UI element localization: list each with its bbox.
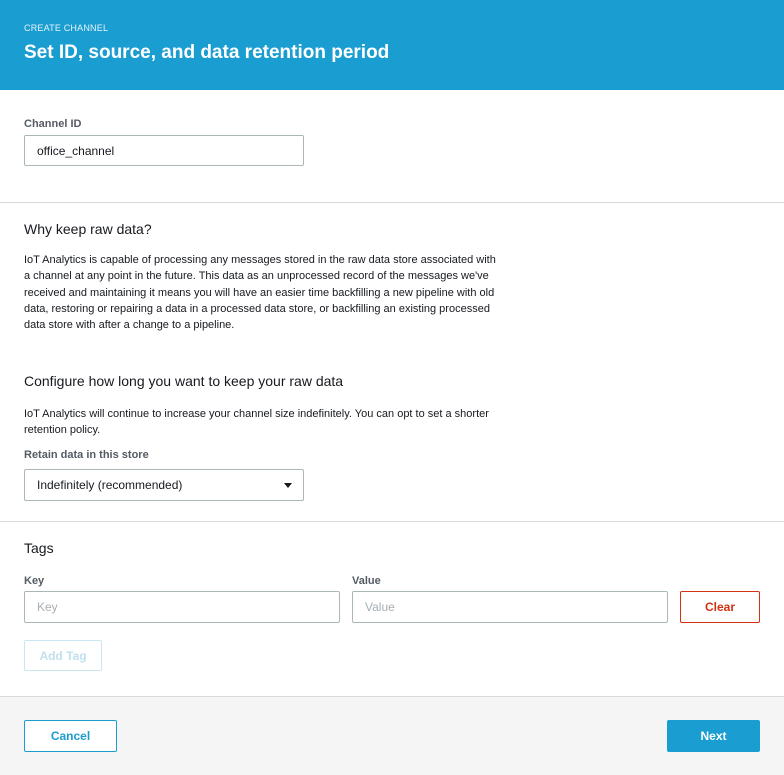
section-divider <box>0 202 784 203</box>
clear-tag-button[interactable]: Clear <box>680 591 760 623</box>
tag-key-label: Key <box>24 575 45 587</box>
next-button[interactable]: Next <box>667 720 760 752</box>
section-divider <box>0 521 784 522</box>
channel-id-label: Channel ID <box>24 118 82 130</box>
channel-id-input[interactable] <box>24 135 304 166</box>
page-eyebrow: CREATE CHANNEL <box>24 23 109 33</box>
add-tag-button[interactable]: Add Tag <box>24 640 102 671</box>
raw-data-heading: Why keep raw data? <box>24 221 152 237</box>
page-title: Set ID, source, and data retention perio… <box>24 42 390 63</box>
retention-description: IoT Analytics will continue to increase … <box>24 408 489 437</box>
caret-down-icon <box>284 483 292 488</box>
page-header: CREATE CHANNEL Set ID, source, and data … <box>0 0 784 90</box>
raw-data-description: IoT Analytics is capable of processing a… <box>24 254 496 332</box>
retention-select[interactable]: Indefinitely (recommended) <box>24 469 304 501</box>
tag-value-input[interactable] <box>352 591 668 623</box>
tags-heading: Tags <box>24 540 54 556</box>
tag-value-label: Value <box>352 575 381 587</box>
cancel-button[interactable]: Cancel <box>24 720 117 752</box>
tag-key-input[interactable] <box>24 591 340 623</box>
retention-heading: Configure how long you want to keep your… <box>24 373 344 389</box>
retention-label: Retain data in this store <box>24 449 149 461</box>
retention-selected-value: Indefinitely (recommended) <box>37 478 183 492</box>
